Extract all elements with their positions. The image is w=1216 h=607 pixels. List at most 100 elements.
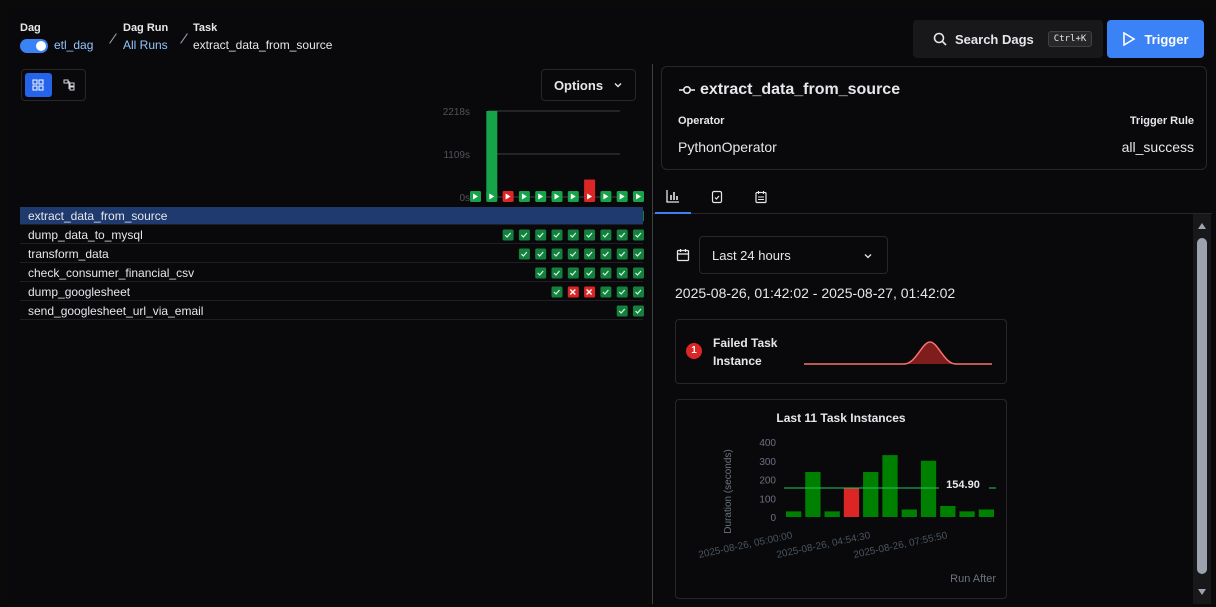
task-row[interactable]: dump_data_to_mysql — [20, 226, 643, 244]
search-dags-button[interactable]: Search Dags Ctrl+K — [913, 20, 1103, 58]
breadcrumb-separator — [109, 33, 117, 44]
y-tick-label: 300 — [759, 457, 776, 468]
duration-chart: Last 11 Task Instances 400 300 200 100 0 Durat… — [698, 411, 997, 585]
grid-view-button[interactable] — [25, 73, 52, 97]
run-state-square — [551, 191, 563, 202]
operator-value: PythonOperator — [678, 139, 777, 155]
operator-label: Operator — [678, 115, 725, 127]
run-state-square — [567, 191, 579, 202]
date-range-text: 2025-08-26, 01:42:02 - 2025-08-27, 01:42… — [675, 285, 956, 301]
grid-icon — [32, 79, 44, 91]
search-shortcut: Ctrl+K — [1047, 31, 1093, 47]
top-bar: Dag etl_dag Dag Run All Runs Task extrac… — [8, 8, 1212, 64]
y-tick-label: 100 — [759, 494, 776, 505]
y-tick-label: 200 — [759, 476, 776, 487]
options-button[interactable]: Options — [541, 69, 636, 101]
run-state-square — [518, 191, 530, 202]
play-icon — [505, 193, 511, 200]
failed-instances-card[interactable]: 1 Failed Task Instance — [675, 319, 1007, 384]
play-icon — [473, 193, 478, 200]
y-axis-label: Duration (seconds) — [723, 449, 734, 533]
run-state-square — [616, 191, 628, 202]
play-icon — [554, 193, 560, 200]
play-icon — [1123, 32, 1137, 46]
task-info-card: extract_data_from_source Operator Python… — [661, 66, 1207, 170]
duration-bar — [843, 487, 860, 517]
duration-tick: 1109s — [443, 150, 470, 161]
grid-panel: Options 2218s 1109s 0s extract_data_from_s… — [8, 64, 648, 604]
tab-task-instances[interactable] — [699, 180, 735, 214]
graph-icon — [63, 79, 75, 91]
duration-bar — [824, 511, 840, 517]
failed-label: Failed Task Instance — [713, 336, 778, 368]
trigger-button[interactable]: Trigger — [1107, 20, 1204, 58]
duration-bar — [901, 509, 917, 517]
duration-bar — [805, 472, 821, 517]
scrollbar-thumb[interactable] — [1197, 238, 1207, 574]
average-label: 154.90 — [946, 479, 980, 491]
breadcrumb-dag-label: Dag — [20, 22, 41, 34]
task-title: extract_data_from_source — [678, 81, 900, 99]
play-icon — [538, 193, 544, 200]
task-row[interactable]: dump_googlesheet — [20, 283, 643, 301]
overview-content: Last 24 hours 2025-08-26, 01:42:02 - 202… — [653, 214, 1193, 604]
play-icon — [570, 193, 576, 200]
run-state-square — [535, 191, 547, 202]
search-icon — [933, 32, 947, 46]
breadcrumb-dag: Dag etl_dag — [20, 22, 93, 53]
breadcrumb-dagrun-link[interactable]: All Runs — [123, 38, 168, 52]
run-duration-bar — [584, 179, 596, 197]
failed-sparkline — [804, 341, 992, 365]
breadcrumb-separator — [180, 33, 188, 44]
failed-count-badge: 1 — [686, 343, 702, 359]
chart-title: Last 11 Task Instances — [776, 411, 906, 425]
play-icon — [619, 193, 625, 200]
breadcrumb-task: Task extract_data_from_source — [193, 22, 332, 52]
task-row-label: extract_data_from_source — [28, 209, 168, 223]
task-row-label: send_googlesheet_url_via_email — [28, 304, 204, 318]
file-check-icon — [711, 190, 723, 204]
breadcrumb-dagrun-label: Dag Run — [123, 22, 169, 34]
duration-bar — [978, 509, 994, 517]
duration-bar — [786, 511, 802, 517]
chevron-down-icon — [864, 254, 872, 259]
breadcrumb-task-label: Task — [193, 22, 218, 34]
tab-overview[interactable] — [655, 180, 691, 214]
task-grid: 2218s 1109s 0s — [443, 107, 644, 317]
play-icon — [521, 193, 527, 200]
task-row[interactable]: transform_data — [20, 245, 643, 263]
run-state-square — [470, 191, 481, 202]
bar-chart-icon — [666, 190, 679, 203]
task-row[interactable]: check_consumer_financial_csv — [20, 264, 643, 282]
options-label: Options — [553, 77, 604, 93]
scroll-down-icon — [1198, 589, 1206, 595]
dag-pause-toggle[interactable] — [20, 38, 48, 53]
run-state-square — [584, 191, 596, 202]
trigger-rule-value: all_success — [1121, 139, 1194, 155]
play-icon — [603, 193, 609, 200]
task-row[interactable]: extract_data_from_source — [20, 207, 643, 225]
play-icon — [489, 193, 495, 200]
y-tick-label: 0 — [770, 513, 776, 524]
y-tick-label: 400 — [759, 438, 776, 449]
task-icon — [679, 85, 695, 94]
date-range-select[interactable]: Last 24 hours — [699, 236, 888, 274]
duration-bar — [920, 460, 937, 517]
task-row[interactable]: send_googlesheet_url_via_email — [20, 302, 643, 320]
tab-events[interactable] — [743, 180, 779, 214]
task-row-label: dump_googlesheet — [28, 285, 131, 299]
scrollbar[interactable] — [1193, 214, 1211, 604]
run-state-square — [502, 191, 514, 202]
duration-bar — [940, 505, 956, 517]
duration-tick: 2218s — [443, 107, 470, 118]
run-state-square — [633, 191, 644, 202]
calendar-icon — [676, 249, 690, 262]
task-row-label: check_consumer_financial_csv — [28, 266, 195, 280]
duration-bar — [863, 472, 879, 517]
breadcrumb-dag-link[interactable]: etl_dag — [54, 38, 93, 52]
date-range-option: Last 24 hours — [712, 247, 791, 263]
graph-view-button[interactable] — [56, 73, 83, 97]
task-row-label: dump_data_to_mysql — [28, 228, 143, 242]
view-toggle — [21, 69, 86, 101]
x-axis-label: Run After — [950, 573, 996, 585]
